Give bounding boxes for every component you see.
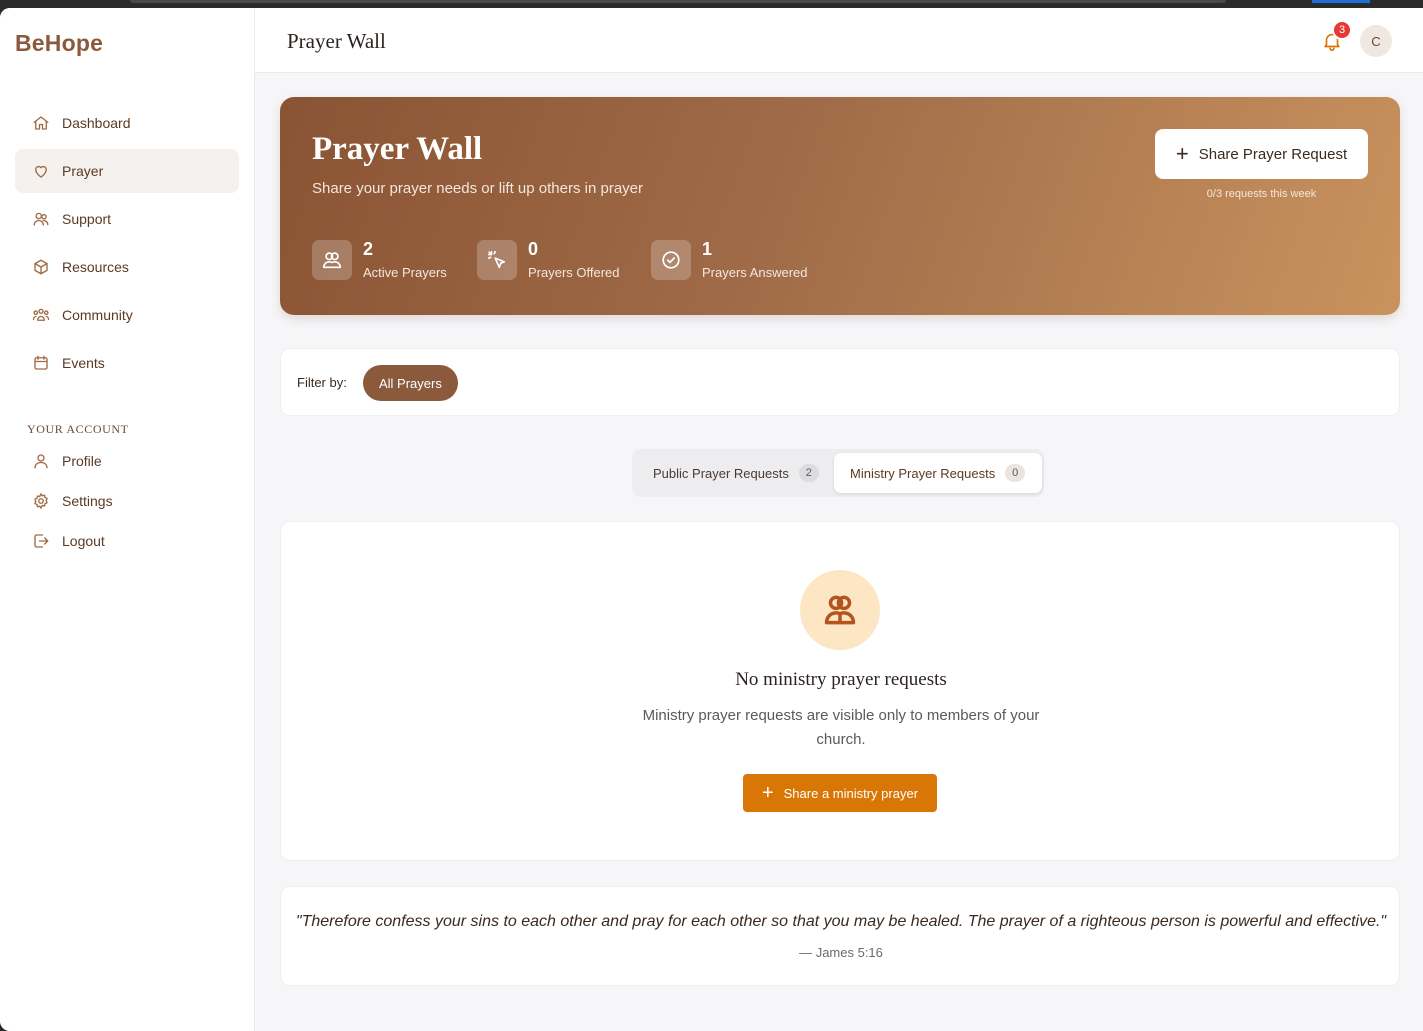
plus-icon: + <box>761 782 774 804</box>
prayer-wall-hero: Prayer Wall Share your prayer needs or l… <box>280 97 1400 315</box>
empty-state-description: Ministry prayer requests are visible onl… <box>642 707 1040 748</box>
sidebar-item-label: Resources <box>62 259 129 275</box>
plus-icon: + <box>1175 141 1189 166</box>
heart-icon <box>32 162 50 180</box>
hero-title: Prayer Wall <box>312 131 483 167</box>
sidebar-item-support[interactable]: Support <box>15 197 239 241</box>
logout-icon <box>32 532 50 550</box>
users-icon <box>32 210 50 228</box>
stat-prayers-answered: 1 Prayers Answered <box>651 239 808 280</box>
stat-label: Active Prayers <box>363 265 447 280</box>
tab-count-badge: 0 <box>1005 464 1026 482</box>
sidebar-item-community[interactable]: Community <box>15 293 239 337</box>
account-section-label: YOUR ACCOUNT <box>27 422 129 436</box>
stat-label: Prayers Offered <box>528 265 620 280</box>
tab-label: Public Prayer Requests <box>653 465 789 481</box>
scripture-quote: "Therefore confess your sins to each oth… <box>280 886 1400 986</box>
share-ministry-prayer-button[interactable]: + Share a ministry prayer <box>743 774 937 812</box>
button-label: Share Prayer Request <box>1198 145 1348 163</box>
sidebar-item-label: Dashboard <box>62 115 131 131</box>
prayer-tabs: Public Prayer Requests 2 Ministry Prayer… <box>632 449 1044 497</box>
gear-icon <box>32 492 50 510</box>
stat-value: 1 <box>702 239 713 259</box>
quote-reference: — James 5:16 <box>799 945 883 960</box>
filter-label: Filter by: <box>297 375 347 390</box>
share-prayer-request-button[interactable]: + Share Prayer Request <box>1155 129 1368 179</box>
sidebar-item-settings[interactable]: Settings <box>15 483 239 519</box>
stat-value: 0 <box>528 239 539 259</box>
empty-state: No ministry prayer requests Ministry pra… <box>280 521 1400 861</box>
empty-state-title: No ministry prayer requests <box>735 669 947 690</box>
button-label: Share a ministry prayer <box>783 785 919 801</box>
stat-prayers-offered: 0 Prayers Offered <box>477 239 620 280</box>
people-icon <box>800 570 880 650</box>
home-icon <box>32 114 50 132</box>
page-title: Prayer Wall <box>287 29 386 53</box>
community-icon <box>32 306 50 324</box>
weekly-request-limit: 0/3 requests this week <box>1206 188 1317 200</box>
filter-chip-all-prayers[interactable]: All Prayers <box>363 365 458 401</box>
sidebar: BeHope Dashboard Prayer Support Resource… <box>0 8 255 1031</box>
stat-value: 2 <box>363 239 374 259</box>
sidebar-item-logout[interactable]: Logout <box>15 523 239 559</box>
sidebar-item-events[interactable]: Events <box>15 341 239 385</box>
tab-label: Ministry Prayer Requests <box>850 465 996 481</box>
sidebar-item-label: Profile <box>62 453 102 469</box>
sidebar-item-label: Support <box>62 211 112 227</box>
calendar-icon <box>32 354 50 372</box>
window-accent <box>1312 0 1370 3</box>
quote-text: "Therefore confess your sins to each oth… <box>295 913 1387 930</box>
tab-ministry-prayer-requests[interactable]: Ministry Prayer Requests 0 <box>834 453 1042 493</box>
stat-active-prayers: 2 Active Prayers <box>312 239 447 280</box>
sidebar-item-dashboard[interactable]: Dashboard <box>15 101 239 145</box>
tab-count-badge: 2 <box>798 464 819 482</box>
click-icon <box>477 239 517 280</box>
notification-badge: 3 <box>1332 20 1352 40</box>
sidebar-item-profile[interactable]: Profile <box>15 443 239 479</box>
people-icon <box>312 239 352 280</box>
top-header: Prayer Wall 3 C <box>255 8 1423 73</box>
avatar[interactable]: C <box>1360 25 1392 57</box>
user-icon <box>32 452 50 470</box>
address-bar <box>130 0 1226 3</box>
sidebar-item-label: Events <box>62 355 105 371</box>
brand-logo[interactable]: BeHope <box>15 30 103 57</box>
sidebar-item-label: Logout <box>62 533 105 549</box>
main-nav: Dashboard Prayer Support Resources Commu… <box>15 101 239 389</box>
sidebar-item-label: Community <box>62 307 133 323</box>
stat-label: Prayers Answered <box>702 265 808 280</box>
check-circle-icon <box>651 239 691 280</box>
filter-bar: Filter by: All Prayers <box>280 348 1400 416</box>
box-icon <box>32 258 50 276</box>
tab-public-prayer-requests[interactable]: Public Prayer Requests 2 <box>637 453 833 493</box>
sidebar-item-label: Prayer <box>62 163 104 179</box>
account-nav: Profile Settings Logout <box>15 443 239 563</box>
sidebar-item-prayer[interactable]: Prayer <box>15 149 239 193</box>
sidebar-item-label: Settings <box>62 493 113 509</box>
hero-subtitle: Share your prayer needs or lift up other… <box>312 180 644 197</box>
window-top-strip <box>0 0 1423 8</box>
sidebar-item-resources[interactable]: Resources <box>15 245 239 289</box>
app-window: BeHope Dashboard Prayer Support Resource… <box>0 8 1423 1031</box>
